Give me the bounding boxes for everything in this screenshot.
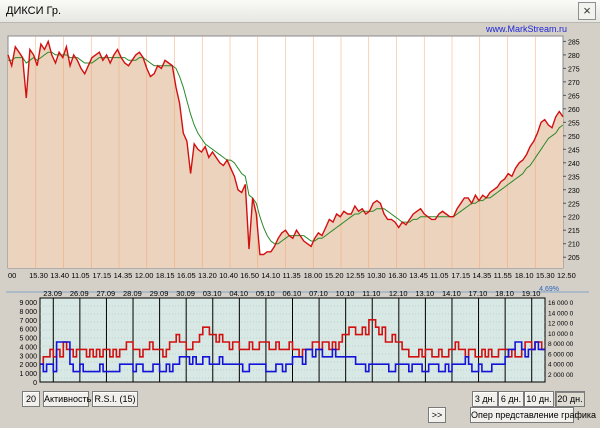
time-tick-label: 16.30 xyxy=(388,271,407,280)
time-tick-label: 13.20 xyxy=(198,271,217,280)
price-tick-label: 240 xyxy=(568,161,580,168)
volume-left-label: 0 xyxy=(33,380,37,387)
date-tick-label: 04.10 xyxy=(229,289,248,298)
volume-right-label: 16 000 0 xyxy=(548,300,574,307)
time-tick-label: 15.30 xyxy=(536,271,555,280)
time-tick-label: 11.55 xyxy=(494,271,512,280)
watermark: www.MarkStream.ru xyxy=(485,24,567,34)
date-tick-label: 11.10 xyxy=(362,289,380,298)
price-tick-label: 260 xyxy=(568,107,580,114)
title-bar[interactable]: ДИКСИ Гр. × xyxy=(0,0,600,23)
price-tick-label: 265 xyxy=(568,93,580,100)
price-tick-label: 210 xyxy=(568,242,580,249)
time-tick-label: 14.35 xyxy=(473,271,492,280)
time-tick-label: 17.15 xyxy=(92,271,111,280)
date-tick-label: 23.09 xyxy=(43,289,62,298)
activity-button[interactable]: Активность xyxy=(43,391,91,407)
price-tick-label: 280 xyxy=(568,53,580,60)
date-tick-label: 30.09 xyxy=(176,289,195,298)
date-tick-label: 10.10 xyxy=(336,289,355,298)
date-tick-label: 05.10 xyxy=(256,289,275,298)
date-tick-label: 19.10 xyxy=(522,289,541,298)
time-tick-label: 16.05 xyxy=(177,271,196,280)
date-tick-label: 27.09 xyxy=(96,289,115,298)
date-tick-label: 12.10 xyxy=(389,289,408,298)
volume-left-label: 4 000 xyxy=(19,344,37,351)
date-tick-label: 03.10 xyxy=(203,289,222,298)
time-tick-label: 17.15 xyxy=(451,271,470,280)
volume-right-label: 12 000 0 xyxy=(548,321,574,328)
date-tick-label: 13.10 xyxy=(415,289,434,298)
date-tick-label: 26.09 xyxy=(70,289,89,298)
rsi-button[interactable]: R.S.I. (15) xyxy=(92,391,138,407)
volume-left-label: 1 000 xyxy=(19,371,37,378)
volume-right-label: 8 000 00 xyxy=(548,341,574,348)
volume-left-label: 8 000 xyxy=(19,309,37,316)
date-tick-label: 06.10 xyxy=(283,289,302,298)
price-tick-label: 235 xyxy=(568,174,580,181)
volume-left-label: 3 000 xyxy=(19,353,37,360)
price-tick-label: 220 xyxy=(568,215,580,222)
time-tick-label: 14.10 xyxy=(261,271,280,280)
window-title: ДИКСИ Гр. xyxy=(6,5,62,17)
price-tick-label: 215 xyxy=(568,228,580,235)
time-tick-label: 11.35 xyxy=(283,271,301,280)
time-tick-label: 18.10 xyxy=(515,271,534,280)
time-tick-label: 10.30 xyxy=(367,271,386,280)
time-tick-label: 12.55 xyxy=(346,271,365,280)
range-20d-button[interactable]: 20 дн. xyxy=(555,391,585,407)
volume-left-label: 2 000 xyxy=(19,362,37,369)
price-tick-label: 285 xyxy=(568,39,580,46)
time-tick-label: 12.50 xyxy=(557,271,576,280)
time-tick-label: 13.45 xyxy=(409,271,428,280)
range-3d-button[interactable]: 3 дн. xyxy=(472,391,498,407)
price-tick-label: 245 xyxy=(568,147,580,154)
scroll-forward-button[interactable]: >> xyxy=(428,407,446,423)
time-tick-label: 11.05 xyxy=(430,271,448,280)
volume-left-label: 5 000 xyxy=(19,336,37,343)
view-mode-button[interactable]: Опер представление графика xyxy=(470,407,596,423)
time-tick-label: 00 xyxy=(8,271,16,280)
price-tick-label: 205 xyxy=(568,255,580,262)
volume-right-label: 14 000 0 xyxy=(548,310,574,317)
price-tick-label: 270 xyxy=(568,80,580,87)
time-tick-label: 13.40 xyxy=(50,271,69,280)
volume-right-label: 6 000 00 xyxy=(548,351,574,358)
volume-left-label: 9 000 xyxy=(19,300,37,307)
volume-left-label: 7 000 xyxy=(19,318,37,325)
close-icon[interactable]: × xyxy=(578,2,596,20)
date-tick-label: 14.10 xyxy=(442,289,461,298)
price-tick-label: 275 xyxy=(568,66,580,73)
time-tick-label: 18.15 xyxy=(156,271,175,280)
date-tick-label: 28.09 xyxy=(123,289,142,298)
time-tick-label: 16.50 xyxy=(240,271,259,280)
price-tick-label: 225 xyxy=(568,201,580,208)
range-10d-button[interactable]: 10 дн. xyxy=(524,391,554,407)
time-tick-label: 10.40 xyxy=(219,271,238,280)
date-tick-label: 17.10 xyxy=(469,289,488,298)
price-tick-label: 230 xyxy=(568,188,580,195)
date-tick-label: 29.09 xyxy=(150,289,169,298)
price-tick-label: 250 xyxy=(568,134,580,141)
time-tick-label: 15.30 xyxy=(29,271,48,280)
time-tick-label: 11.05 xyxy=(71,271,89,280)
time-tick-label: 12.00 xyxy=(135,271,154,280)
time-tick-label: 18.00 xyxy=(304,271,323,280)
date-tick-label: 07.10 xyxy=(309,289,328,298)
period-button[interactable]: 20 xyxy=(22,391,40,407)
range-6d-button[interactable]: 6 дн. xyxy=(498,391,524,407)
price-chart: 285 280 275 270 265 260 255 250 245 240 235 230 225 2… xyxy=(6,35,589,387)
volume-right-label: 4 000 00 xyxy=(548,362,574,369)
volume-right-label: 2 000 00 xyxy=(548,372,574,379)
volume-right-label: 10 000 0 xyxy=(548,331,574,338)
time-tick-label: 15.20 xyxy=(325,271,344,280)
date-tick-label: 18.10 xyxy=(495,289,514,298)
time-tick-label: 14.35 xyxy=(114,271,133,280)
price-tick-label: 255 xyxy=(568,120,580,127)
volume-left-label: 6 000 xyxy=(19,327,37,334)
chart-window: ДИКСИ Гр. × 285 280 275 270 265 260 255 250 245 2… xyxy=(0,0,600,428)
